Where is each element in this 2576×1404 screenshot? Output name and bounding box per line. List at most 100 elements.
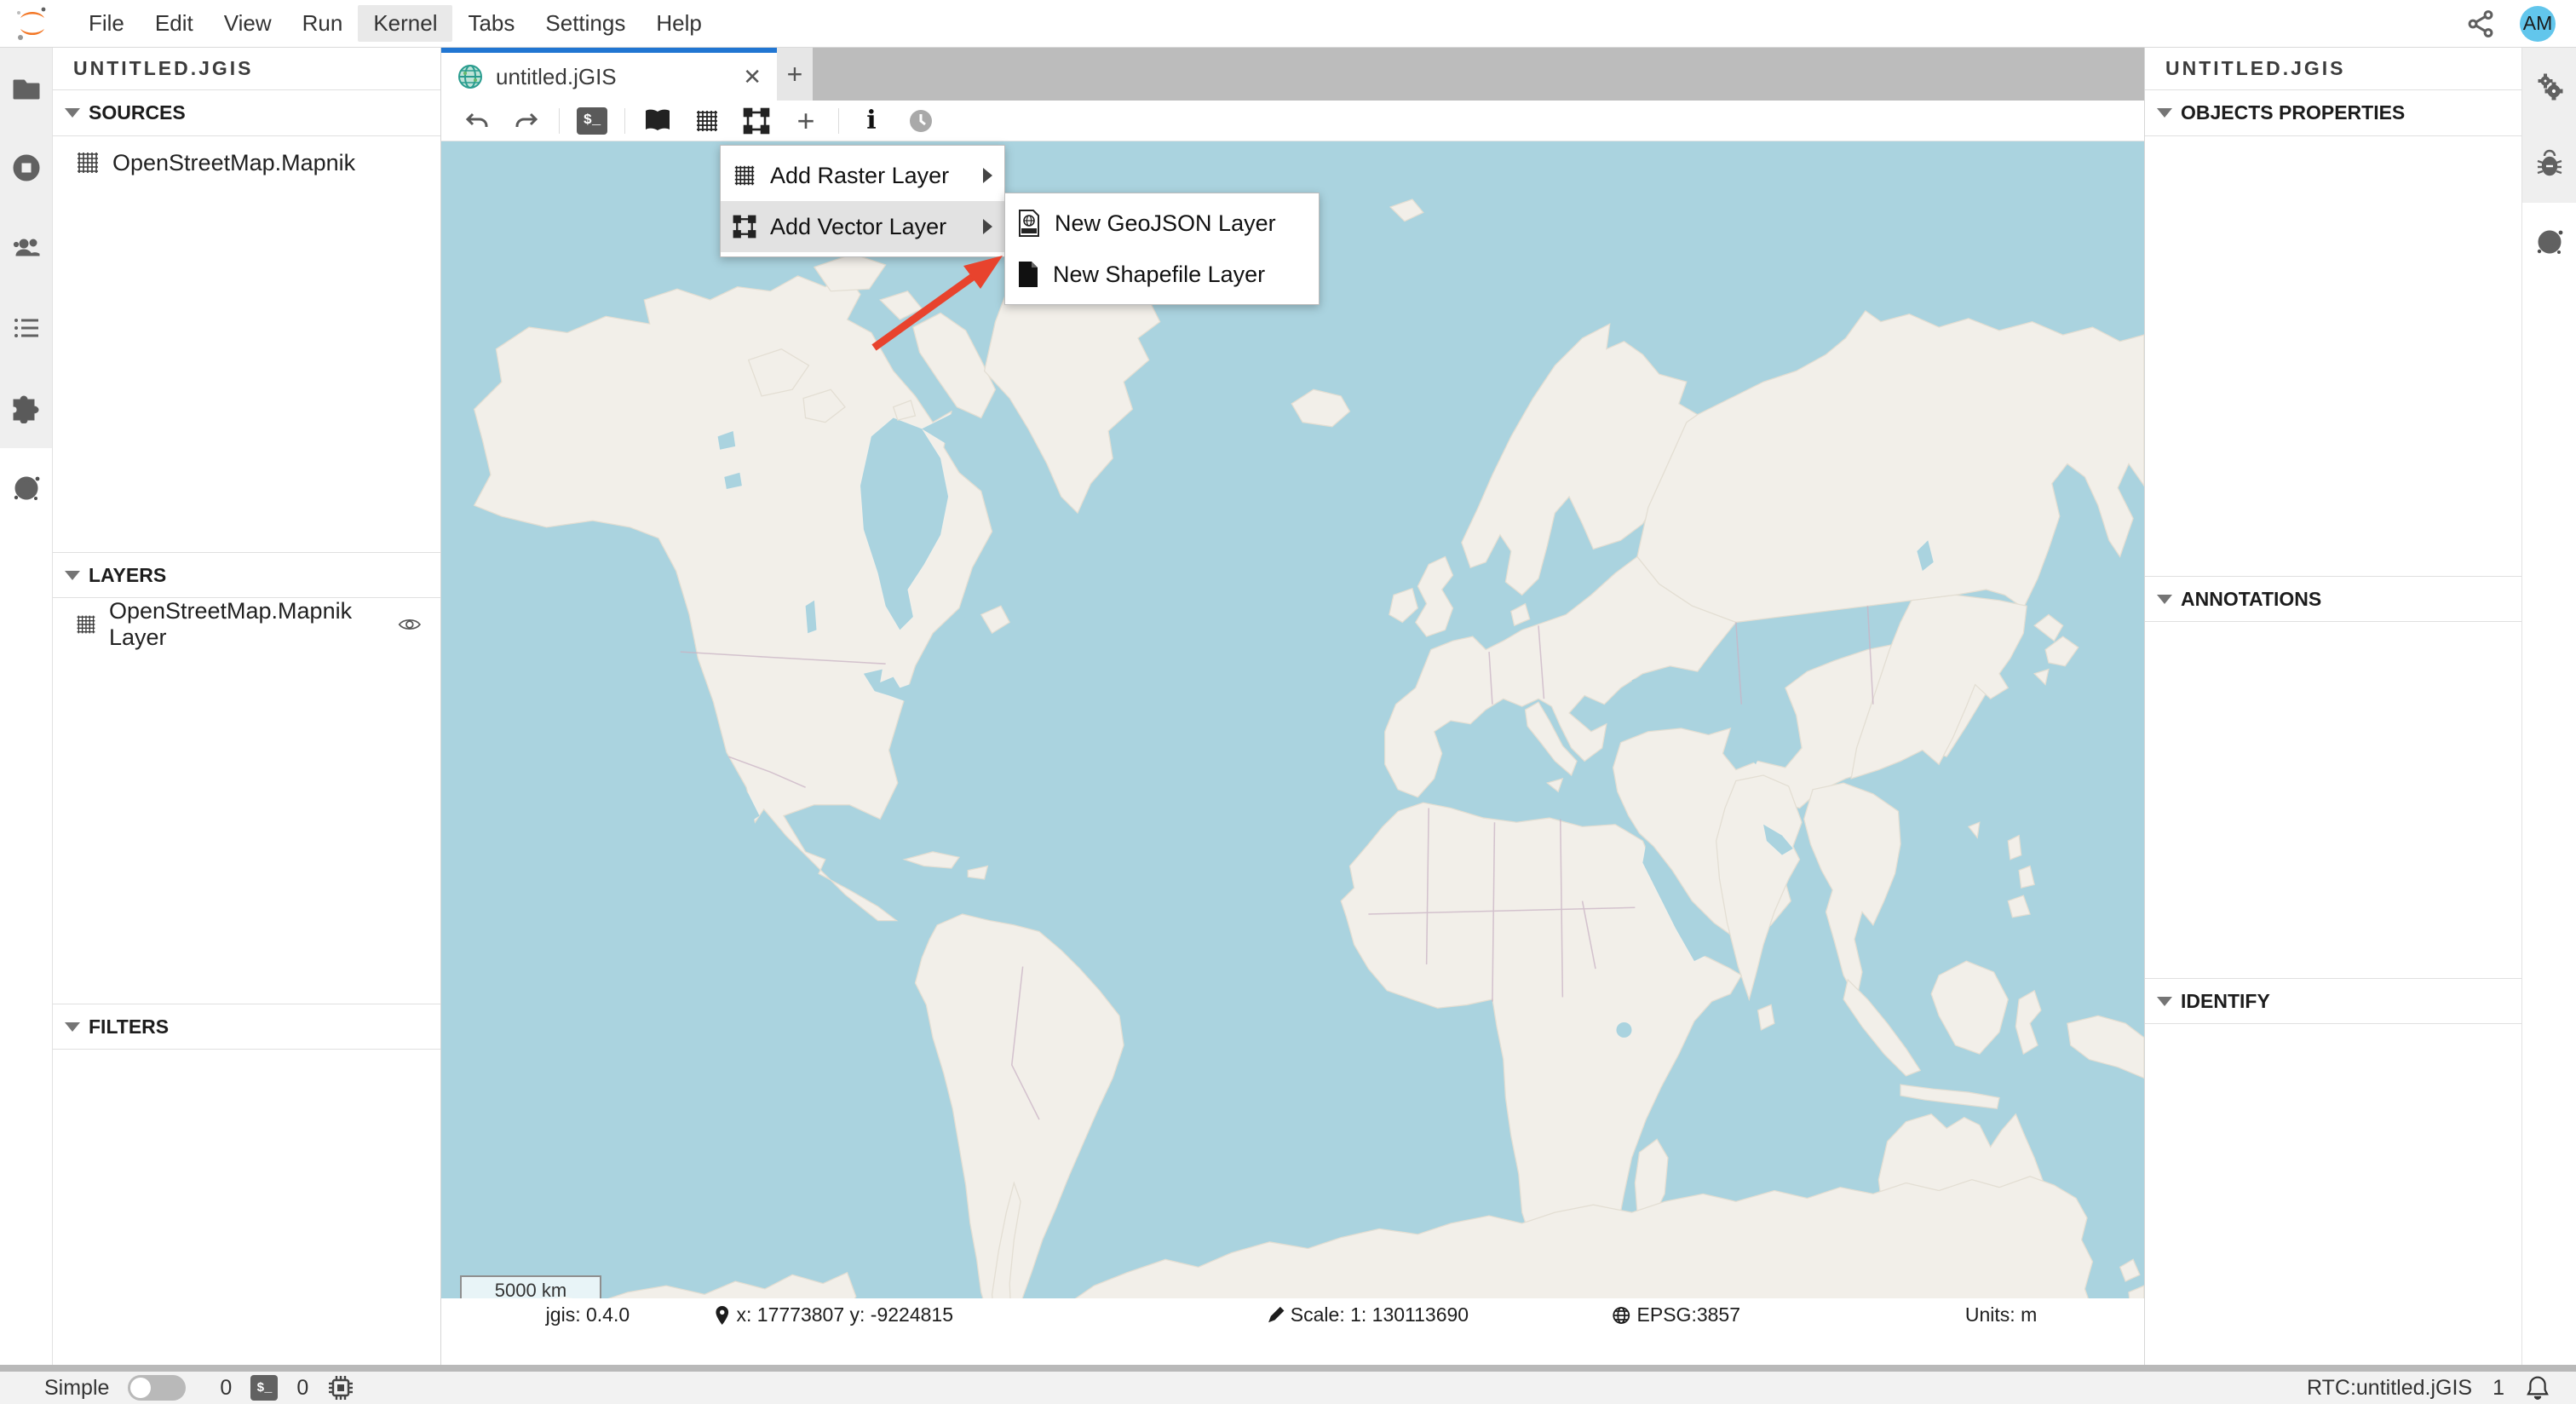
chevron-down-icon xyxy=(2157,997,2172,1006)
raster-grid-icon xyxy=(75,612,97,637)
left-panel-title: UNTITLED.JGIS xyxy=(53,48,440,90)
basemap-button[interactable] xyxy=(637,102,678,140)
notification-count: 1 xyxy=(2493,1376,2504,1401)
sidebar-tab-jgis-right[interactable] xyxy=(2522,203,2576,280)
undo-button[interactable] xyxy=(457,102,497,140)
section-header-sources[interactable]: SOURCES xyxy=(53,90,440,136)
units-readout: Units: m xyxy=(1965,1298,2037,1332)
raster-grid-icon xyxy=(733,164,756,187)
add-vector-layer-submenu: New GeoJSON Layer New Shapefile Layer xyxy=(1004,193,1320,305)
horizontal-divider xyxy=(0,1365,2576,1372)
menubar-item-edit[interactable]: Edit xyxy=(140,5,209,42)
gears-icon xyxy=(2534,72,2565,102)
add-vector-button[interactable] xyxy=(736,102,777,140)
source-item-label: OpenStreetMap.Mapnik xyxy=(112,150,355,176)
menubar-item-run[interactable]: Run xyxy=(287,5,359,42)
menu-item-new-geojson-layer[interactable]: New GeoJSON Layer xyxy=(1005,198,1319,249)
menubar-item-kernel[interactable]: Kernel xyxy=(358,5,452,42)
sidebar-tab-jgis[interactable] xyxy=(0,448,52,528)
open-book-icon xyxy=(643,108,672,134)
kernel-count: 0 xyxy=(296,1376,308,1401)
menubar-item-file[interactable]: File xyxy=(73,5,140,42)
sidebar-tab-extensions[interactable] xyxy=(0,368,52,448)
menu-item-add-vector-layer[interactable]: Add Vector Layer xyxy=(721,201,1004,252)
terminal-count: 0 xyxy=(220,1376,232,1401)
tab-untitled-jgis[interactable]: untitled.jGIS ✕ xyxy=(441,48,777,101)
chevron-down-icon xyxy=(65,1022,80,1032)
eye-icon[interactable] xyxy=(398,614,422,635)
section-header-identify[interactable]: IDENTIFY xyxy=(2145,978,2521,1024)
user-avatar[interactable]: AM xyxy=(2520,6,2556,42)
kernel-chip-icon[interactable] xyxy=(327,1374,354,1401)
share-icon[interactable] xyxy=(2465,9,2496,39)
menubar-item-help[interactable]: Help xyxy=(641,5,716,42)
chevron-down-icon xyxy=(2157,595,2172,604)
right-activity-bar xyxy=(2521,48,2576,1365)
layer-list-item[interactable]: OpenStreetMap.Mapnik Layer xyxy=(53,598,440,651)
layer-item-label: OpenStreetMap.Mapnik Layer xyxy=(109,598,374,651)
source-list-item[interactable]: OpenStreetMap.Mapnik xyxy=(53,136,440,189)
add-layer-menu: Add Raster Layer Add Vector Layer xyxy=(720,145,1005,257)
file-icon xyxy=(1017,261,1039,288)
chevron-down-icon xyxy=(2157,108,2172,118)
stop-circle-icon xyxy=(11,152,42,183)
new-launcher-button[interactable]: + xyxy=(777,48,813,101)
undo-icon xyxy=(463,107,491,135)
sidebar-tab-collaboration[interactable] xyxy=(0,208,52,288)
temporal-controller-button[interactable] xyxy=(900,102,941,140)
menubar-item-settings[interactable]: Settings xyxy=(530,5,641,42)
menubar-item-view[interactable]: View xyxy=(209,5,287,42)
globe-icon xyxy=(1612,1305,1632,1326)
rtc-session-label: RTC:untitled.jGIS xyxy=(2307,1376,2472,1401)
sidebar-tab-debugger[interactable] xyxy=(2522,125,2576,203)
top-menubar: File Edit View Run Kernel Tabs Settings … xyxy=(0,0,2576,48)
jupyter-logo-icon xyxy=(14,5,51,43)
section-header-filters[interactable]: FILTERS xyxy=(53,1004,440,1050)
close-icon[interactable]: ✕ xyxy=(743,64,762,90)
map-status-bar: jgis: 0.4.0 x: 17773807 y: -9224815 Scal… xyxy=(441,1298,2144,1332)
raster-grid-icon xyxy=(75,150,101,176)
simple-mode-label: Simple xyxy=(44,1376,109,1401)
map-canvas[interactable]: 5000 km jgis: 0.4.0 x: 17773807 y: -9224… xyxy=(441,141,2144,1332)
vector-square-icon xyxy=(733,215,756,239)
menubar-item-tabs[interactable]: Tabs xyxy=(452,5,530,42)
globe-icon xyxy=(11,473,42,503)
add-layer-button[interactable]: + xyxy=(785,102,826,140)
menu-item-add-raster-layer[interactable]: Add Raster Layer xyxy=(721,150,1004,201)
main-dock-area: untitled.jGIS ✕ + $_ xyxy=(441,48,2144,1365)
terminal-icon[interactable]: $_ xyxy=(250,1375,278,1401)
sidebar-tab-table-of-contents[interactable] xyxy=(0,288,52,368)
redo-icon xyxy=(513,107,540,135)
right-sidebar-panel: UNTITLED.JGIS OBJECTS PROPERTIES ANNOTAT… xyxy=(2144,48,2521,1365)
menu-item-new-shapefile-layer[interactable]: New Shapefile Layer xyxy=(1005,249,1319,300)
left-activity-bar xyxy=(0,48,53,1365)
info-icon: i xyxy=(866,106,876,135)
sidebar-tab-running-sessions[interactable] xyxy=(0,128,52,208)
jgis-globe-icon xyxy=(457,63,484,90)
pencil-icon xyxy=(1267,1306,1285,1325)
sidebar-tab-property-inspector[interactable] xyxy=(2522,48,2576,125)
geojson-file-icon xyxy=(1017,210,1041,237)
section-header-objects-properties[interactable]: OBJECTS PROPERTIES xyxy=(2145,90,2521,136)
bug-icon xyxy=(2534,149,2565,180)
section-header-layers[interactable]: LAYERS xyxy=(53,552,440,598)
submenu-arrow-icon xyxy=(983,219,992,234)
map-pin-icon xyxy=(713,1304,732,1326)
pointer-coordinates: x: 17773807 y: -9224815 xyxy=(713,1298,953,1332)
folder-icon xyxy=(11,72,42,103)
redo-button[interactable] xyxy=(506,102,547,140)
document-tab-bar: untitled.jGIS ✕ + xyxy=(441,48,2144,101)
simple-mode-toggle[interactable] xyxy=(128,1375,186,1401)
vector-square-icon xyxy=(743,107,770,135)
bell-icon[interactable] xyxy=(2525,1374,2550,1401)
tab-title: untitled.jGIS xyxy=(496,64,617,90)
sidebar-tab-file-browser[interactable] xyxy=(0,48,52,128)
projection-readout: EPSG:3857 xyxy=(1612,1298,1740,1332)
globe-icon xyxy=(2534,227,2565,257)
section-header-annotations[interactable]: ANNOTATIONS xyxy=(2145,576,2521,622)
identify-button[interactable]: i xyxy=(851,102,892,140)
list-icon xyxy=(11,313,42,343)
submenu-arrow-icon xyxy=(983,168,992,183)
console-button[interactable]: $_ xyxy=(572,102,612,140)
add-raster-button[interactable] xyxy=(687,102,727,140)
